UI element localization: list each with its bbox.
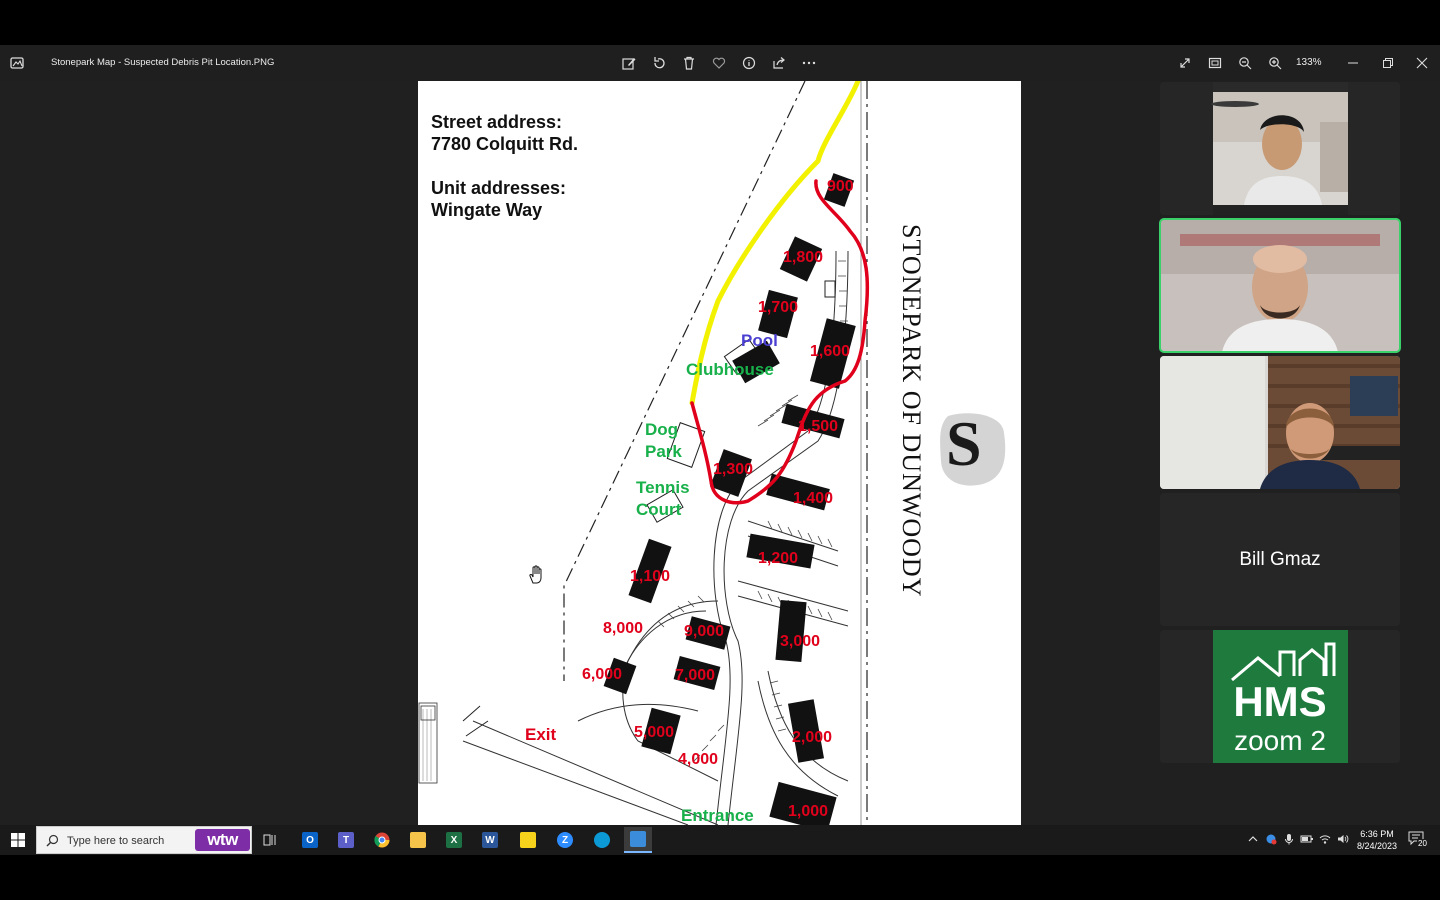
video-tile-camera-off[interactable]: Bill Gmaz bbox=[1160, 493, 1400, 626]
task-view-icon[interactable] bbox=[256, 827, 284, 853]
video-tile[interactable] bbox=[1160, 82, 1400, 215]
delete-icon[interactable] bbox=[680, 54, 698, 72]
stonepark-logo: S bbox=[946, 408, 982, 479]
unit-label: 8,000 bbox=[603, 620, 644, 637]
wifi-icon[interactable] bbox=[1318, 832, 1332, 846]
search-placeholder: Type here to search bbox=[67, 835, 165, 847]
unit-address-heading: Unit addresses: bbox=[431, 178, 567, 198]
notification-center-icon[interactable]: 20 bbox=[1408, 831, 1428, 849]
entrance-label: Entrance bbox=[681, 806, 754, 825]
zoom-in-icon[interactable] bbox=[1266, 54, 1284, 72]
edit-icon[interactable] bbox=[620, 54, 638, 72]
zoom-level[interactable]: 133% bbox=[1296, 57, 1322, 68]
unit-label: 7,000 bbox=[675, 667, 716, 684]
clock-time: 6:36 PM bbox=[1360, 829, 1394, 839]
community-name-vertical: STONEPARK OF DUNWOODY bbox=[897, 224, 926, 598]
edge-icon[interactable] bbox=[588, 827, 616, 853]
dog-park-label-2: Park bbox=[645, 442, 682, 461]
teams-icon[interactable]: T bbox=[332, 827, 360, 853]
participant-video bbox=[1160, 82, 1400, 215]
title-bar: Stonepark Map - Suspected Debris Pit Loc… bbox=[0, 45, 1440, 81]
exit-label: Exit bbox=[525, 725, 557, 744]
unit-label: 6,000 bbox=[582, 666, 623, 683]
unit-label: 9,000 bbox=[684, 623, 725, 640]
tennis-court-label-1: Tennis bbox=[636, 478, 690, 497]
excel-icon[interactable]: X bbox=[440, 827, 468, 853]
close-icon[interactable] bbox=[1413, 54, 1431, 72]
pool-label: Pool bbox=[741, 331, 778, 350]
image-viewer[interactable]: Street address: 7780 Colquitt Rd. Unit a… bbox=[0, 81, 1440, 825]
fit-icon[interactable] bbox=[1206, 54, 1224, 72]
photos-app-icon bbox=[9, 55, 25, 71]
participant-name: Bill Gmaz bbox=[1239, 549, 1321, 570]
favorite-icon[interactable] bbox=[710, 54, 728, 72]
video-tile[interactable] bbox=[1160, 356, 1400, 489]
rotate-icon[interactable] bbox=[650, 54, 668, 72]
participant-video bbox=[1160, 356, 1400, 489]
clubhouse-label: Clubhouse bbox=[686, 360, 774, 379]
video-tile[interactable]: HMS zoom 2 bbox=[1160, 630, 1400, 763]
battery-icon[interactable] bbox=[1300, 832, 1314, 846]
wtw-logo[interactable]: wtw bbox=[195, 829, 250, 851]
notification-count: 20 bbox=[1417, 839, 1428, 848]
unit-label: 1,600 bbox=[810, 343, 851, 360]
fullscreen-icon[interactable] bbox=[1176, 54, 1194, 72]
volume-icon[interactable] bbox=[1336, 832, 1350, 846]
system-clock[interactable]: 6:36 PM 8/24/2023 bbox=[1352, 828, 1402, 852]
file-explorer-icon[interactable] bbox=[404, 827, 432, 853]
unit-label: 4,000 bbox=[678, 751, 719, 768]
street-address-heading: Street address: bbox=[431, 112, 563, 132]
tennis-court-label-2: Court bbox=[636, 500, 682, 519]
unit-address-street: Wingate Way bbox=[431, 200, 543, 220]
brand-title: HMS bbox=[1233, 678, 1326, 725]
zoom-out-icon[interactable] bbox=[1236, 54, 1254, 72]
hms-zoom-logo: HMS zoom 2 bbox=[1213, 630, 1348, 763]
taskbar: Type here to search wtw O T X W Z 6:36 P… bbox=[0, 825, 1440, 855]
dog-park-label-1: Dog bbox=[645, 420, 679, 439]
unit-label: 1,000 bbox=[788, 803, 829, 820]
start-button[interactable] bbox=[0, 825, 36, 855]
taskbar-search-box[interactable]: Type here to search wtw bbox=[36, 826, 252, 854]
unit-label: 2,000 bbox=[792, 729, 833, 746]
unit-label: 1,100 bbox=[630, 568, 671, 585]
video-tile-active-speaker[interactable] bbox=[1159, 218, 1401, 353]
search-icon bbox=[46, 834, 59, 852]
more-icon[interactable] bbox=[800, 54, 818, 72]
outlook-icon[interactable]: O bbox=[296, 827, 324, 853]
word-icon[interactable]: W bbox=[476, 827, 504, 853]
zoom-icon[interactable]: Z bbox=[551, 827, 579, 853]
participant-video bbox=[1160, 219, 1400, 352]
unit-label: 5,000 bbox=[634, 724, 675, 741]
unit-label: 900 bbox=[827, 178, 854, 195]
site-map-image[interactable]: Street address: 7780 Colquitt Rd. Unit a… bbox=[418, 81, 1021, 825]
unit-label: 1,400 bbox=[793, 490, 834, 507]
chrome-icon[interactable] bbox=[368, 827, 396, 853]
microphone-icon[interactable] bbox=[1282, 832, 1296, 846]
street-address: 7780 Colquitt Rd. bbox=[431, 134, 579, 154]
unit-label: 1,700 bbox=[758, 299, 799, 316]
unit-label: 1,500 bbox=[798, 418, 839, 435]
share-icon[interactable] bbox=[770, 54, 788, 72]
minimize-icon[interactable] bbox=[1344, 54, 1362, 72]
unit-label: 3,000 bbox=[780, 633, 821, 650]
unit-label: 1,200 bbox=[758, 550, 799, 567]
brand-subtitle: zoom 2 bbox=[1234, 725, 1326, 756]
window-title: Stonepark Map - Suspected Debris Pit Loc… bbox=[51, 57, 275, 68]
info-icon[interactable] bbox=[740, 54, 758, 72]
sticky-notes-icon[interactable] bbox=[514, 827, 542, 853]
security-tray-icon[interactable] bbox=[1264, 832, 1278, 846]
unit-label: 1,800 bbox=[783, 249, 824, 266]
photos-taskbar-icon[interactable] bbox=[624, 827, 652, 853]
chevron-up-icon[interactable] bbox=[1246, 832, 1260, 846]
windows-icon bbox=[11, 833, 25, 847]
restore-icon[interactable] bbox=[1379, 54, 1397, 72]
clock-date: 8/24/2023 bbox=[1356, 841, 1398, 851]
unit-label: 1,300 bbox=[713, 461, 754, 478]
hand-cursor-icon bbox=[528, 565, 544, 590]
